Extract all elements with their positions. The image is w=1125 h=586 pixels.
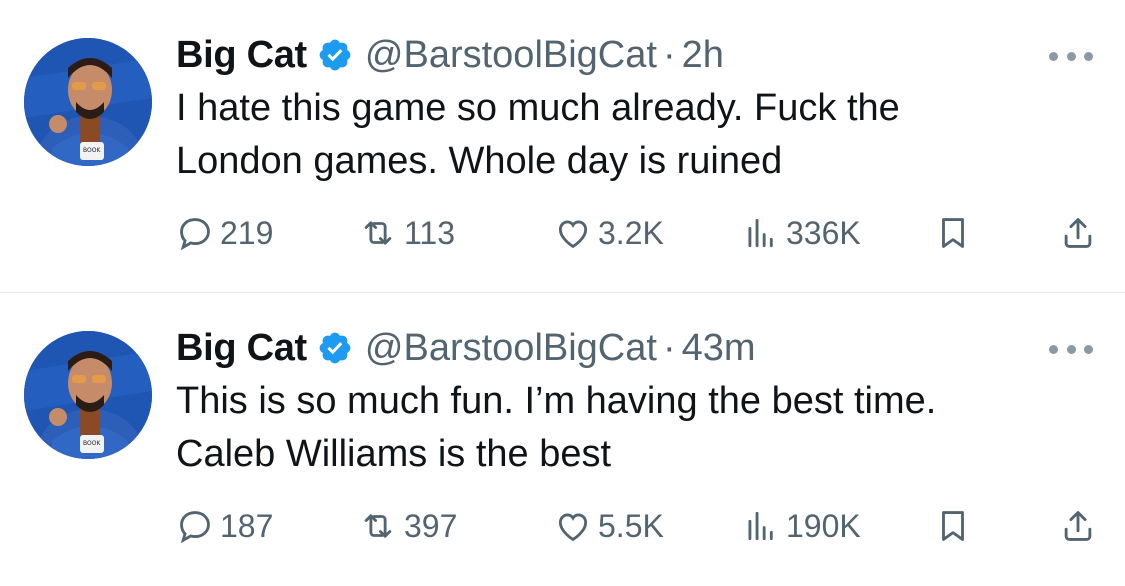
display-name[interactable]: Big Cat	[176, 34, 307, 77]
svg-text:BOOK: BOOK	[83, 147, 101, 154]
bookmark-button[interactable]	[934, 501, 972, 551]
retweet-count: 397	[404, 507, 458, 544]
action-bar: 219 113 3.2K 336K	[176, 208, 1097, 258]
tweet-text: I hate this game so much already. Fuck t…	[176, 87, 900, 182]
bookmark-button[interactable]	[934, 208, 972, 258]
reply-count: 219	[220, 214, 274, 251]
timestamp[interactable]: 43m	[682, 327, 756, 370]
retweet-button[interactable]: 113	[358, 208, 455, 258]
user-handle[interactable]: @BarstoolBigCat	[365, 327, 657, 370]
separator-dot: ·	[662, 326, 676, 369]
verified-badge-icon	[317, 330, 353, 366]
views-icon	[742, 214, 780, 252]
retweet-icon	[358, 507, 398, 545]
tweet-header: Big Cat @BarstoolBigCat · 43m	[176, 323, 756, 373]
bookmark-icon	[934, 214, 972, 252]
retweet-button[interactable]: 397	[358, 501, 457, 551]
heart-icon	[554, 214, 592, 252]
share-button[interactable]	[1059, 501, 1097, 551]
display-name[interactable]: Big Cat	[176, 327, 307, 370]
user-handle[interactable]: @BarstoolBigCat	[365, 34, 657, 77]
timestamp[interactable]: 2h	[682, 34, 724, 77]
more-icon[interactable]	[1049, 337, 1093, 361]
like-button[interactable]: 5.5K	[554, 501, 664, 551]
like-button[interactable]: 3.2K	[554, 208, 664, 258]
reply-icon	[176, 507, 214, 545]
share-icon	[1059, 214, 1097, 252]
tweet-text: This is so much fun. I’m having the best…	[176, 380, 937, 475]
reply-icon	[176, 214, 214, 252]
views-count: 190K	[786, 507, 861, 544]
heart-icon	[554, 507, 592, 545]
retweet-icon	[358, 214, 398, 252]
tweet[interactable]: BOOK Big Cat @BarstoolBigCat · 43m This …	[0, 292, 1125, 586]
avatar[interactable]: BOOK	[24, 331, 152, 459]
separator-dot: ·	[662, 33, 676, 76]
like-count: 5.5K	[598, 507, 664, 544]
share-button[interactable]	[1059, 208, 1097, 258]
tweet[interactable]: BOOK Big Cat @BarstoolBigCat · 2h I hate…	[0, 0, 1125, 292]
views-count: 336K	[786, 214, 861, 251]
views-button[interactable]: 190K	[742, 501, 861, 551]
bookmark-icon	[934, 507, 972, 545]
more-icon[interactable]	[1049, 44, 1093, 68]
action-bar: 187 397 5.5K 190K	[176, 501, 1097, 551]
tweet-header: Big Cat @BarstoolBigCat · 2h	[176, 30, 724, 80]
svg-text:BOOK: BOOK	[83, 440, 101, 447]
verified-badge-icon	[317, 37, 353, 73]
views-button[interactable]: 336K	[742, 208, 861, 258]
reply-count: 187	[220, 507, 274, 544]
views-icon	[742, 507, 780, 545]
share-icon	[1059, 507, 1097, 545]
avatar[interactable]: BOOK	[24, 38, 152, 166]
reply-button[interactable]: 187	[176, 501, 273, 551]
retweet-count: 113	[404, 214, 456, 251]
like-count: 3.2K	[598, 214, 664, 251]
reply-button[interactable]: 219	[176, 208, 273, 258]
